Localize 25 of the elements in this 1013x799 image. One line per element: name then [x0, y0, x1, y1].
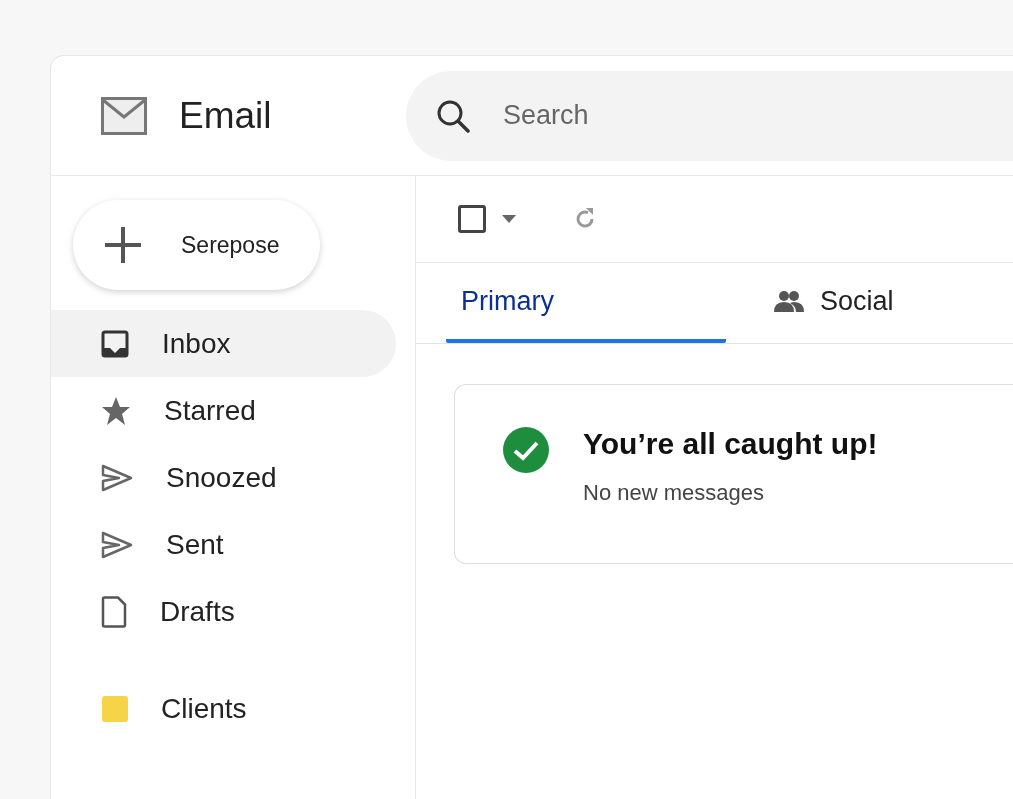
star-icon	[101, 395, 131, 426]
search-field[interactable]: Search	[406, 70, 1013, 161]
category-tab[interactable]: Social	[726, 263, 1006, 343]
document-icon	[101, 595, 127, 628]
empty-state-message: No new messages	[583, 479, 765, 507]
inbox-tray-icon	[101, 329, 129, 358]
caret-icon[interactable]	[502, 215, 516, 223]
paper-plane-icon	[101, 530, 133, 559]
paper-plane-icon	[101, 463, 133, 492]
select-all-checkbox[interactable]	[458, 205, 486, 233]
folder-item[interactable]: Starred	[51, 377, 396, 444]
envelope-icon	[101, 96, 147, 135]
folder-item[interactable]: Inbox	[51, 310, 396, 377]
compose-button[interactable]: Serepose	[73, 200, 320, 290]
folder-item[interactable]: Snoozed	[51, 444, 396, 511]
label-item[interactable]: Clients	[51, 675, 396, 742]
folder-item[interactable]: Sent	[51, 511, 396, 578]
folder-item[interactable]: Drafts	[51, 578, 396, 645]
category-tab[interactable]: Primary	[446, 263, 726, 343]
plus-icon	[105, 227, 141, 263]
check-circle-icon	[503, 427, 549, 473]
empty-state-title: You’re all caught up!	[583, 427, 878, 460]
people-icon	[774, 290, 804, 312]
search-icon	[436, 98, 470, 133]
app-title: Email	[179, 93, 272, 138]
